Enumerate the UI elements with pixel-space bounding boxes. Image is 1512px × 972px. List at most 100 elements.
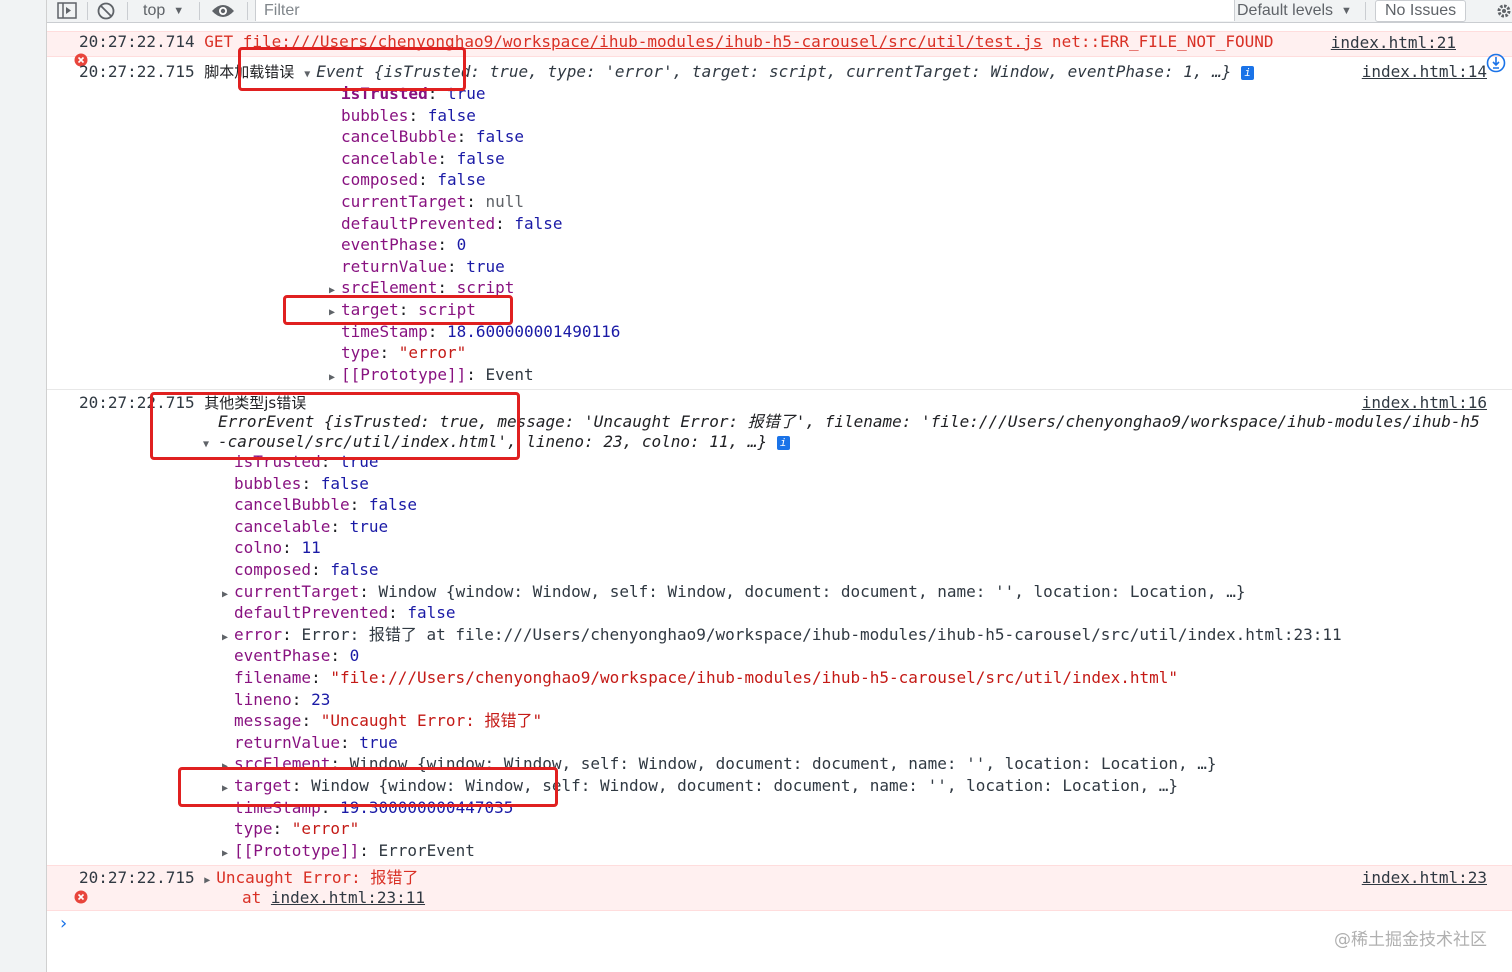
property-key: composed xyxy=(234,560,312,579)
chevron-down-icon: ▼ xyxy=(173,5,185,17)
log-label: 脚本加载错误 xyxy=(204,63,295,81)
errorevent-preview-line2[interactable]: -carousel/src/util/index.html', lineno: … xyxy=(218,432,790,452)
request-url-link[interactable]: file:///Users/chenyonghao9/workspace/ihu… xyxy=(243,32,1043,51)
log-levels-dropdown[interactable]: Default levels ▼ xyxy=(1237,0,1352,22)
property-row[interactable]: ▶ srcElement: script xyxy=(329,278,514,301)
property-key: bubbles xyxy=(341,105,409,125)
property-row[interactable]: ▶ target: Window {window: Window, self: W… xyxy=(222,776,1178,799)
chevron-down-icon: ▼ xyxy=(1341,5,1352,17)
property-row: composed: false xyxy=(234,560,379,579)
expand-triangle-icon[interactable]: ▶ xyxy=(204,871,216,891)
property-key: cancelBubble xyxy=(234,495,350,515)
property-key: bubbles xyxy=(234,473,302,493)
settings-gear-icon[interactable] xyxy=(1495,0,1512,22)
property-row: isTrusted: true xyxy=(341,84,486,103)
left-panel-strip xyxy=(0,0,47,972)
expand-triangle-icon[interactable]: ▶ xyxy=(329,368,341,388)
property-value: "Uncaught Error: 报错了" xyxy=(320,711,543,731)
property-key: type xyxy=(234,819,273,839)
stack-location-link[interactable]: index.html:23:11 xyxy=(271,888,425,907)
property-row: colno: 11 xyxy=(234,538,321,558)
property-value: "error" xyxy=(398,343,467,363)
property-key: defaultPrevented xyxy=(234,603,389,623)
expand-triangle-icon[interactable]: ▶ xyxy=(222,757,234,777)
expand-triangle-icon[interactable]: ▶ xyxy=(329,303,341,323)
event-object-preview[interactable]: Event {isTrusted: true, type: 'error', t… xyxy=(316,62,1231,81)
expand-triangle-icon[interactable]: ▼ xyxy=(304,65,316,85)
property-row: returnValue: true xyxy=(341,256,505,276)
property-row[interactable]: ▶ target: script xyxy=(329,300,476,323)
property-row: defaultPrevented: false xyxy=(234,603,456,623)
source-link[interactable]: index.html:14 xyxy=(1362,62,1487,82)
property-key: timeStamp xyxy=(234,797,321,817)
context-selector[interactable]: top ▼ xyxy=(143,0,184,22)
expand-triangle-icon[interactable]: ▶ xyxy=(329,281,341,301)
property-row: timeStamp: 18.600000001490116 xyxy=(341,321,621,341)
property-value: 19.300000000447035 xyxy=(339,797,514,817)
property-value: true xyxy=(466,256,505,276)
property-key: target xyxy=(234,776,292,795)
property-row: eventPhase: 0 xyxy=(234,646,360,666)
sidebar-toggle-icon[interactable] xyxy=(57,0,77,22)
expand-triangle-icon[interactable]: ▶ xyxy=(222,585,234,605)
property-value: "file:///Users/chenyonghao9/workspace/ih… xyxy=(330,668,1179,687)
errorevent-preview-line1[interactable]: ErrorEvent {isTrusted: true, message: 'U… xyxy=(218,412,1480,432)
source-link[interactable]: index.html:16 xyxy=(1362,393,1487,413)
property-row[interactable]: ▶ srcElement: Window {window: Window, sel… xyxy=(222,754,1217,777)
property-value: null xyxy=(485,192,525,211)
property-value: ErrorEvent xyxy=(378,840,475,860)
expand-triangle-icon[interactable]: ▼ xyxy=(203,432,215,455)
expand-triangle-icon[interactable]: ▶ xyxy=(222,844,234,864)
property-value: false xyxy=(407,603,456,623)
property-key: returnValue xyxy=(234,732,340,752)
property-key: returnValue xyxy=(341,256,447,276)
timestamp: 20:27:22.715 xyxy=(79,868,195,887)
issues-button[interactable]: No Issues xyxy=(1375,0,1467,22)
eye-icon[interactable] xyxy=(211,0,235,22)
console-input[interactable] xyxy=(80,912,1280,936)
property-row: filename: "file:///Users/chenyonghao9/wo… xyxy=(234,668,1179,687)
property-row[interactable]: ▶ [[Prototype]]: Event xyxy=(329,365,534,388)
property-value: 11 xyxy=(301,538,321,558)
property-row[interactable]: ▶ [[Prototype]]: ErrorEvent xyxy=(222,841,475,864)
property-row: currentTarget: null xyxy=(341,192,525,211)
property-value: true xyxy=(446,84,486,103)
property-key: currentTarget xyxy=(234,581,360,601)
source-link[interactable]: index.html:21 xyxy=(1331,33,1456,53)
property-value: 0 xyxy=(349,646,360,666)
info-icon[interactable]: i xyxy=(776,436,790,450)
property-row: returnValue: true xyxy=(234,732,398,752)
property-row: lineno: 23 xyxy=(234,689,331,709)
property-row[interactable]: ▶ error: Error: 报错了 at file:///Users/chen… xyxy=(222,625,1342,648)
property-value: Window {window: Window, self: Window, do… xyxy=(378,581,1246,601)
property-key: colno xyxy=(234,538,283,558)
log-label: 其他类型js错误 xyxy=(204,394,307,412)
property-value: 18.600000001490116 xyxy=(446,321,621,341)
property-key: eventPhase xyxy=(341,235,438,255)
expand-triangle-icon[interactable]: ▶ xyxy=(222,628,234,648)
stack-trace-line: at index.html:23:11 xyxy=(242,888,426,907)
property-value: false xyxy=(475,127,525,147)
property-value: true xyxy=(349,516,389,536)
property-key: [[Prototype]] xyxy=(234,840,360,860)
property-value: true xyxy=(359,732,398,752)
expand-triangle-icon[interactable]: ▶ xyxy=(222,779,234,799)
property-key: cancelable xyxy=(234,516,331,536)
property-row[interactable]: ▶ currentTarget: Window {window: Window, … xyxy=(222,582,1245,605)
property-value: false xyxy=(437,170,486,190)
console-toolbar: top ▼ Filter Default levels ▼ No Issues xyxy=(47,0,1512,23)
property-value: Window {window: Window, self: Window, do… xyxy=(311,776,1179,795)
property-key: cancelBubble xyxy=(341,127,457,147)
console-prompt-icon[interactable]: › xyxy=(58,914,69,934)
property-key: isTrusted xyxy=(234,452,321,471)
clear-console-icon[interactable] xyxy=(97,0,115,22)
property-key: filename xyxy=(234,668,312,687)
filter-input[interactable]: Filter xyxy=(255,0,1235,21)
info-icon[interactable]: i xyxy=(1241,66,1255,80)
timestamp: 20:27:22.715 xyxy=(79,62,195,81)
property-key: srcElement xyxy=(341,278,438,298)
property-key: composed xyxy=(341,170,419,190)
source-link[interactable]: index.html:23 xyxy=(1362,868,1487,888)
context-label: top xyxy=(143,2,166,19)
message-row-1: 20:27:22.714 GET file:///Users/chenyongh… xyxy=(79,32,1273,52)
